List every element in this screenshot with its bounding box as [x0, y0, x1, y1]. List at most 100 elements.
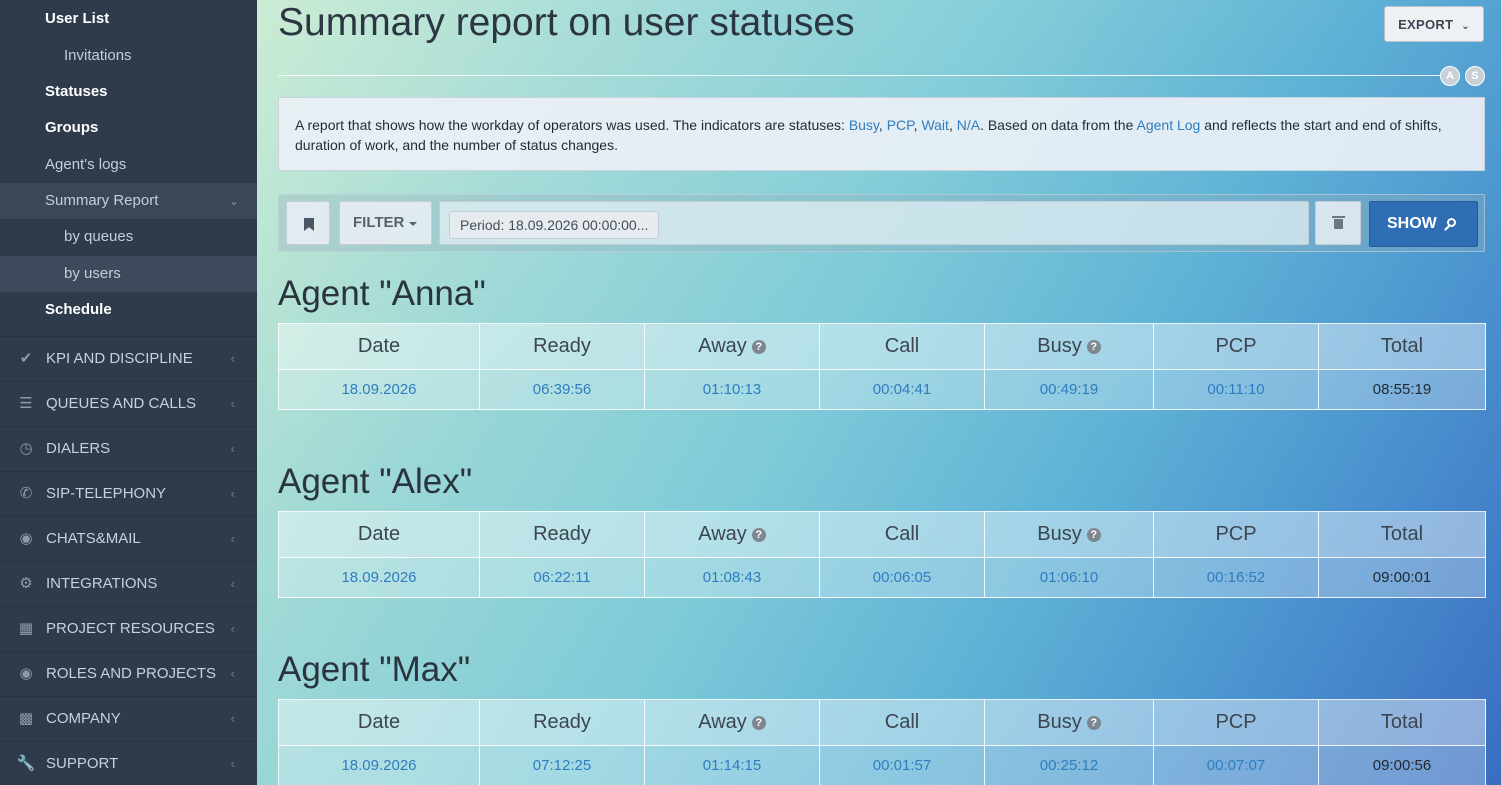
badge-s[interactable]: S: [1465, 66, 1485, 86]
cell-pcp[interactable]: 00:07:07: [1153, 745, 1319, 785]
column-header-call: Call: [819, 511, 985, 558]
chat-icon: ◉: [19, 530, 33, 547]
column-header-away: Away?: [644, 699, 820, 746]
table-row: 18.09.2026 07:12:25 01:14:15 00:01:57 00…: [278, 745, 1486, 785]
cell-total: 09:00:01: [1318, 557, 1486, 598]
help-icon[interactable]: ?: [751, 528, 766, 542]
link-busy[interactable]: Busy: [849, 117, 879, 133]
cell-pcp[interactable]: 00:16:52: [1153, 557, 1319, 598]
help-icon[interactable]: ?: [1086, 340, 1101, 354]
chevron-left-icon: ‹: [230, 756, 235, 771]
grid-icon: ▦: [18, 620, 34, 637]
sidebar-menu-queues-and-calls[interactable]: ☰ QUEUES AND CALLS ‹: [0, 381, 257, 425]
chevron-left-icon: ‹: [230, 621, 235, 636]
show-button[interactable]: SHOW: [1369, 201, 1478, 247]
gears-icon: ⚙: [19, 575, 33, 592]
help-icon[interactable]: ?: [1086, 528, 1101, 542]
table-header-row: Date Ready Away? Call Busy? PCP Total: [278, 323, 1486, 370]
agent-title: Agent "Anna": [278, 274, 486, 313]
sidebar-item-by-queues[interactable]: by queues: [0, 219, 257, 255]
agent-stats-table: Date Ready Away? Call Busy? PCP Total 18…: [278, 699, 1486, 785]
sidebar-item-by-users[interactable]: by users: [0, 256, 257, 292]
column-header-ready: Ready: [479, 323, 645, 370]
column-header-pcp: PCP: [1153, 323, 1319, 370]
cell-busy[interactable]: 00:49:19: [984, 369, 1154, 410]
sidebar-item-summary-report[interactable]: Summary Report ⌄: [0, 183, 257, 219]
page-title: Summary report on user statuses: [278, 1, 855, 44]
cell-call[interactable]: 00:06:05: [819, 557, 985, 598]
sidebar-menu-project-resources[interactable]: ▦ PROJECT RESOURCES ‹: [0, 606, 257, 650]
chevron-left-icon: ‹: [230, 486, 235, 501]
column-header-call: Call: [819, 699, 985, 746]
export-button[interactable]: EXPORT ⌄: [1384, 6, 1484, 42]
sidebar-menu-sip-telephony[interactable]: ✆ SIP-TELEPHONY ‹: [0, 471, 257, 515]
chevron-left-icon: ‹: [230, 666, 235, 681]
sidebar-menu-roles-and-projects[interactable]: ◉ ROLES AND PROJECTS ‹: [0, 651, 257, 695]
cell-busy[interactable]: 01:06:10: [984, 557, 1154, 598]
cell-ready[interactable]: 06:22:11: [479, 557, 645, 598]
check-icon: ✔: [19, 350, 33, 367]
cell-call[interactable]: 00:04:41: [819, 369, 985, 410]
chevron-left-icon: ‹: [230, 531, 235, 546]
sidebar-item-agents-logs[interactable]: Agent's logs: [0, 147, 257, 183]
bookmark-icon: [304, 218, 314, 231]
main-content: Summary report on user statuses EXPORT ⌄…: [257, 0, 1501, 785]
column-header-call: Call: [819, 323, 985, 370]
badge-a[interactable]: A: [1440, 66, 1460, 86]
sidebar-item-statuses[interactable]: Statuses: [0, 74, 257, 110]
cell-call[interactable]: 00:01:57: [819, 745, 985, 785]
period-filter-tag[interactable]: Period: 18.09.2026 00:00:00...: [449, 211, 660, 239]
cell-ready[interactable]: 06:39:56: [479, 369, 645, 410]
filter-input[interactable]: Period: 18.09.2026 00:00:00...: [439, 201, 1309, 245]
sidebar-item-groups[interactable]: Groups: [0, 110, 257, 146]
cell-ready[interactable]: 07:12:25: [479, 745, 645, 785]
link-pcp[interactable]: PCP: [887, 117, 914, 133]
cell-pcp[interactable]: 00:11:10: [1153, 369, 1319, 410]
cell-away[interactable]: 01:08:43: [644, 557, 820, 598]
column-header-total: Total: [1318, 323, 1486, 370]
cell-busy[interactable]: 00:25:12: [984, 745, 1154, 785]
chevron-left-icon: ‹: [230, 711, 235, 726]
sidebar-item-invitations[interactable]: Invitations: [0, 38, 257, 74]
cell-date[interactable]: 18.09.2026: [278, 745, 480, 785]
sidebar-menu-company[interactable]: ▩ COMPANY ‹: [0, 696, 257, 740]
cell-away[interactable]: 01:10:13: [644, 369, 820, 410]
cell-date[interactable]: 18.09.2026: [278, 557, 480, 598]
link-na[interactable]: N/A: [957, 117, 980, 133]
clear-filter-button[interactable]: [1315, 201, 1361, 245]
link-agent-log[interactable]: Agent Log: [1137, 117, 1201, 133]
title-divider: [278, 75, 1448, 76]
sidebar-menu-support[interactable]: 🔧 SUPPORT ‹: [0, 741, 257, 785]
table-row: 18.09.2026 06:39:56 01:10:13 00:04:41 00…: [278, 369, 1486, 410]
chevron-down-icon: ⌄: [228, 194, 239, 208]
caret-down-icon: [409, 222, 417, 226]
cell-date[interactable]: 18.09.2026: [278, 369, 480, 410]
agent-stats-table: Date Ready Away? Call Busy? PCP Total 18…: [278, 511, 1486, 598]
link-wait[interactable]: Wait: [921, 117, 948, 133]
toggle-icon: ◉: [19, 665, 33, 682]
sidebar-menu-dialers[interactable]: ◷ DIALERS ‹: [0, 426, 257, 470]
sidebar: User List Invitations Statuses Groups Ag…: [0, 0, 257, 785]
column-header-busy: Busy?: [984, 699, 1154, 746]
phone-icon: ✆: [19, 485, 33, 502]
sidebar-menu-chats-mail[interactable]: ◉ CHATS&MAIL ‹: [0, 516, 257, 560]
column-header-away: Away?: [644, 323, 820, 370]
sidebar-item-schedule[interactable]: Schedule: [0, 292, 257, 328]
chevron-left-icon: ‹: [230, 351, 235, 366]
cell-away[interactable]: 01:14:15: [644, 745, 820, 785]
help-icon[interactable]: ?: [1086, 716, 1101, 730]
bar-chart-icon: ▩: [18, 710, 34, 727]
chevron-left-icon: ‹: [230, 441, 235, 456]
sidebar-menu-integrations[interactable]: ⚙ INTEGRATIONS ‹: [0, 561, 257, 605]
filter-button[interactable]: FILTER: [339, 201, 432, 245]
help-icon[interactable]: ?: [751, 340, 766, 354]
filter-bar: FILTER Period: 18.09.2026 00:00:00... SH…: [278, 194, 1485, 252]
sidebar-item-user-list[interactable]: User List: [0, 1, 257, 37]
column-header-ready: Ready: [479, 511, 645, 558]
report-description: A report that shows how the workday of o…: [278, 97, 1485, 171]
help-icon[interactable]: ?: [751, 716, 766, 730]
column-header-pcp: PCP: [1153, 511, 1319, 558]
sidebar-menu-kpi-and-discipline[interactable]: ✔ KPI AND DISCIPLINE ‹: [0, 336, 257, 380]
bookmark-button[interactable]: [286, 201, 330, 245]
column-header-date: Date: [278, 511, 480, 558]
